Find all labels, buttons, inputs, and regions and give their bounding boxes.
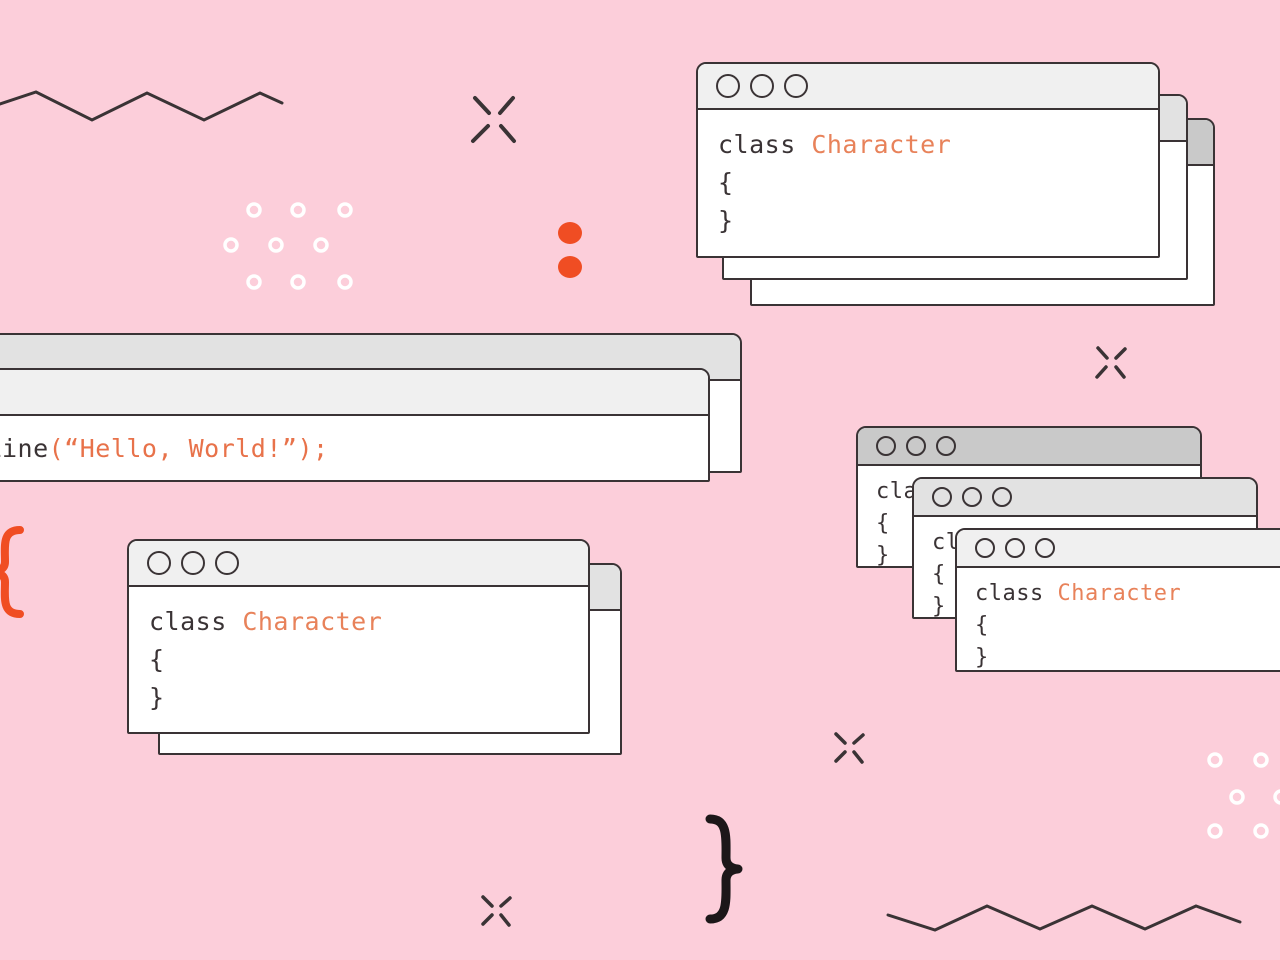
- window-titlebar[interactable]: [957, 530, 1280, 568]
- code-line: }: [975, 645, 989, 670]
- traffic-light-close-icon[interactable]: [975, 538, 995, 558]
- code-keyword: class: [149, 607, 243, 636]
- window-titlebar[interactable]: [858, 428, 1200, 466]
- orange-dot-lower: [558, 256, 582, 278]
- window-titlebar[interactable]: [914, 479, 1256, 517]
- traffic-light-maximize-icon[interactable]: [215, 551, 239, 575]
- window-bottom-left-front[interactable]: class Character { }: [127, 539, 590, 734]
- code-line: }: [149, 683, 165, 712]
- window-titlebar[interactable]: [0, 370, 708, 416]
- code-type-name: Character: [242, 607, 383, 636]
- traffic-light-maximize-icon[interactable]: [1035, 538, 1055, 558]
- traffic-light-close-icon[interactable]: [716, 74, 740, 98]
- window-body: le.WriteLine(“Hello, World!”);: [0, 416, 708, 478]
- code-prefix: le.WriteLine: [0, 434, 49, 463]
- zigzag-line-top-left: [0, 90, 284, 122]
- dot-grid-bottom-right: [1207, 752, 1280, 839]
- traffic-light-maximize-icon[interactable]: [936, 436, 956, 456]
- orange-dot-upper: [558, 222, 582, 244]
- code-line: }: [718, 206, 734, 235]
- code-type-name: Character: [811, 130, 952, 159]
- code-keyword: class: [975, 581, 1058, 606]
- window-titlebar[interactable]: [698, 64, 1158, 110]
- window-body: class Character { }: [698, 110, 1158, 250]
- traffic-light-close-icon[interactable]: [147, 551, 171, 575]
- brace-black-bottom: [705, 814, 743, 924]
- code-line: {: [975, 613, 989, 638]
- code-line: class Character: [718, 126, 1138, 164]
- dot-grid-top-left: [223, 202, 353, 290]
- brace-orange-left: [0, 526, 24, 618]
- window-bottom-right-front[interactable]: class Character { }: [955, 528, 1280, 672]
- code-type-name: Character: [1057, 581, 1182, 606]
- traffic-light-minimize-icon[interactable]: [1005, 538, 1025, 558]
- wallpaper-canvas: class Character { } le.WriteLine(“Hello,…: [0, 0, 1280, 960]
- window-body: class Character { }: [957, 568, 1280, 670]
- window-body: class Character { }: [129, 587, 588, 727]
- zigzag-line-bottom-right: [886, 904, 1242, 932]
- traffic-light-maximize-icon[interactable]: [992, 487, 1012, 507]
- traffic-light-close-icon[interactable]: [932, 487, 952, 507]
- code-keyword: class: [718, 130, 812, 159]
- window-left-front[interactable]: le.WriteLine(“Hello, World!”);: [0, 368, 710, 482]
- traffic-light-minimize-icon[interactable]: [906, 436, 926, 456]
- code-line: {: [718, 168, 734, 197]
- code-line: class Character: [149, 603, 568, 641]
- traffic-light-maximize-icon[interactable]: [784, 74, 808, 98]
- sparkle-bottom-left: [481, 895, 512, 927]
- window-titlebar[interactable]: [129, 541, 588, 587]
- traffic-light-close-icon[interactable]: [876, 436, 896, 456]
- code-string-literal: (“Hello, World!”);: [48, 434, 329, 463]
- traffic-light-minimize-icon[interactable]: [750, 74, 774, 98]
- window-top-right-front[interactable]: class Character { }: [696, 62, 1160, 258]
- code-line: le.WriteLine(“Hello, World!”);: [0, 430, 688, 468]
- traffic-light-minimize-icon[interactable]: [962, 487, 982, 507]
- traffic-light-minimize-icon[interactable]: [181, 551, 205, 575]
- sparkle-bottom-middle: [834, 732, 865, 764]
- code-line: class Character: [975, 578, 1280, 610]
- sparkle-top-middle: [471, 96, 516, 143]
- sparkle-right-upper: [1095, 346, 1127, 379]
- code-line: {: [149, 645, 165, 674]
